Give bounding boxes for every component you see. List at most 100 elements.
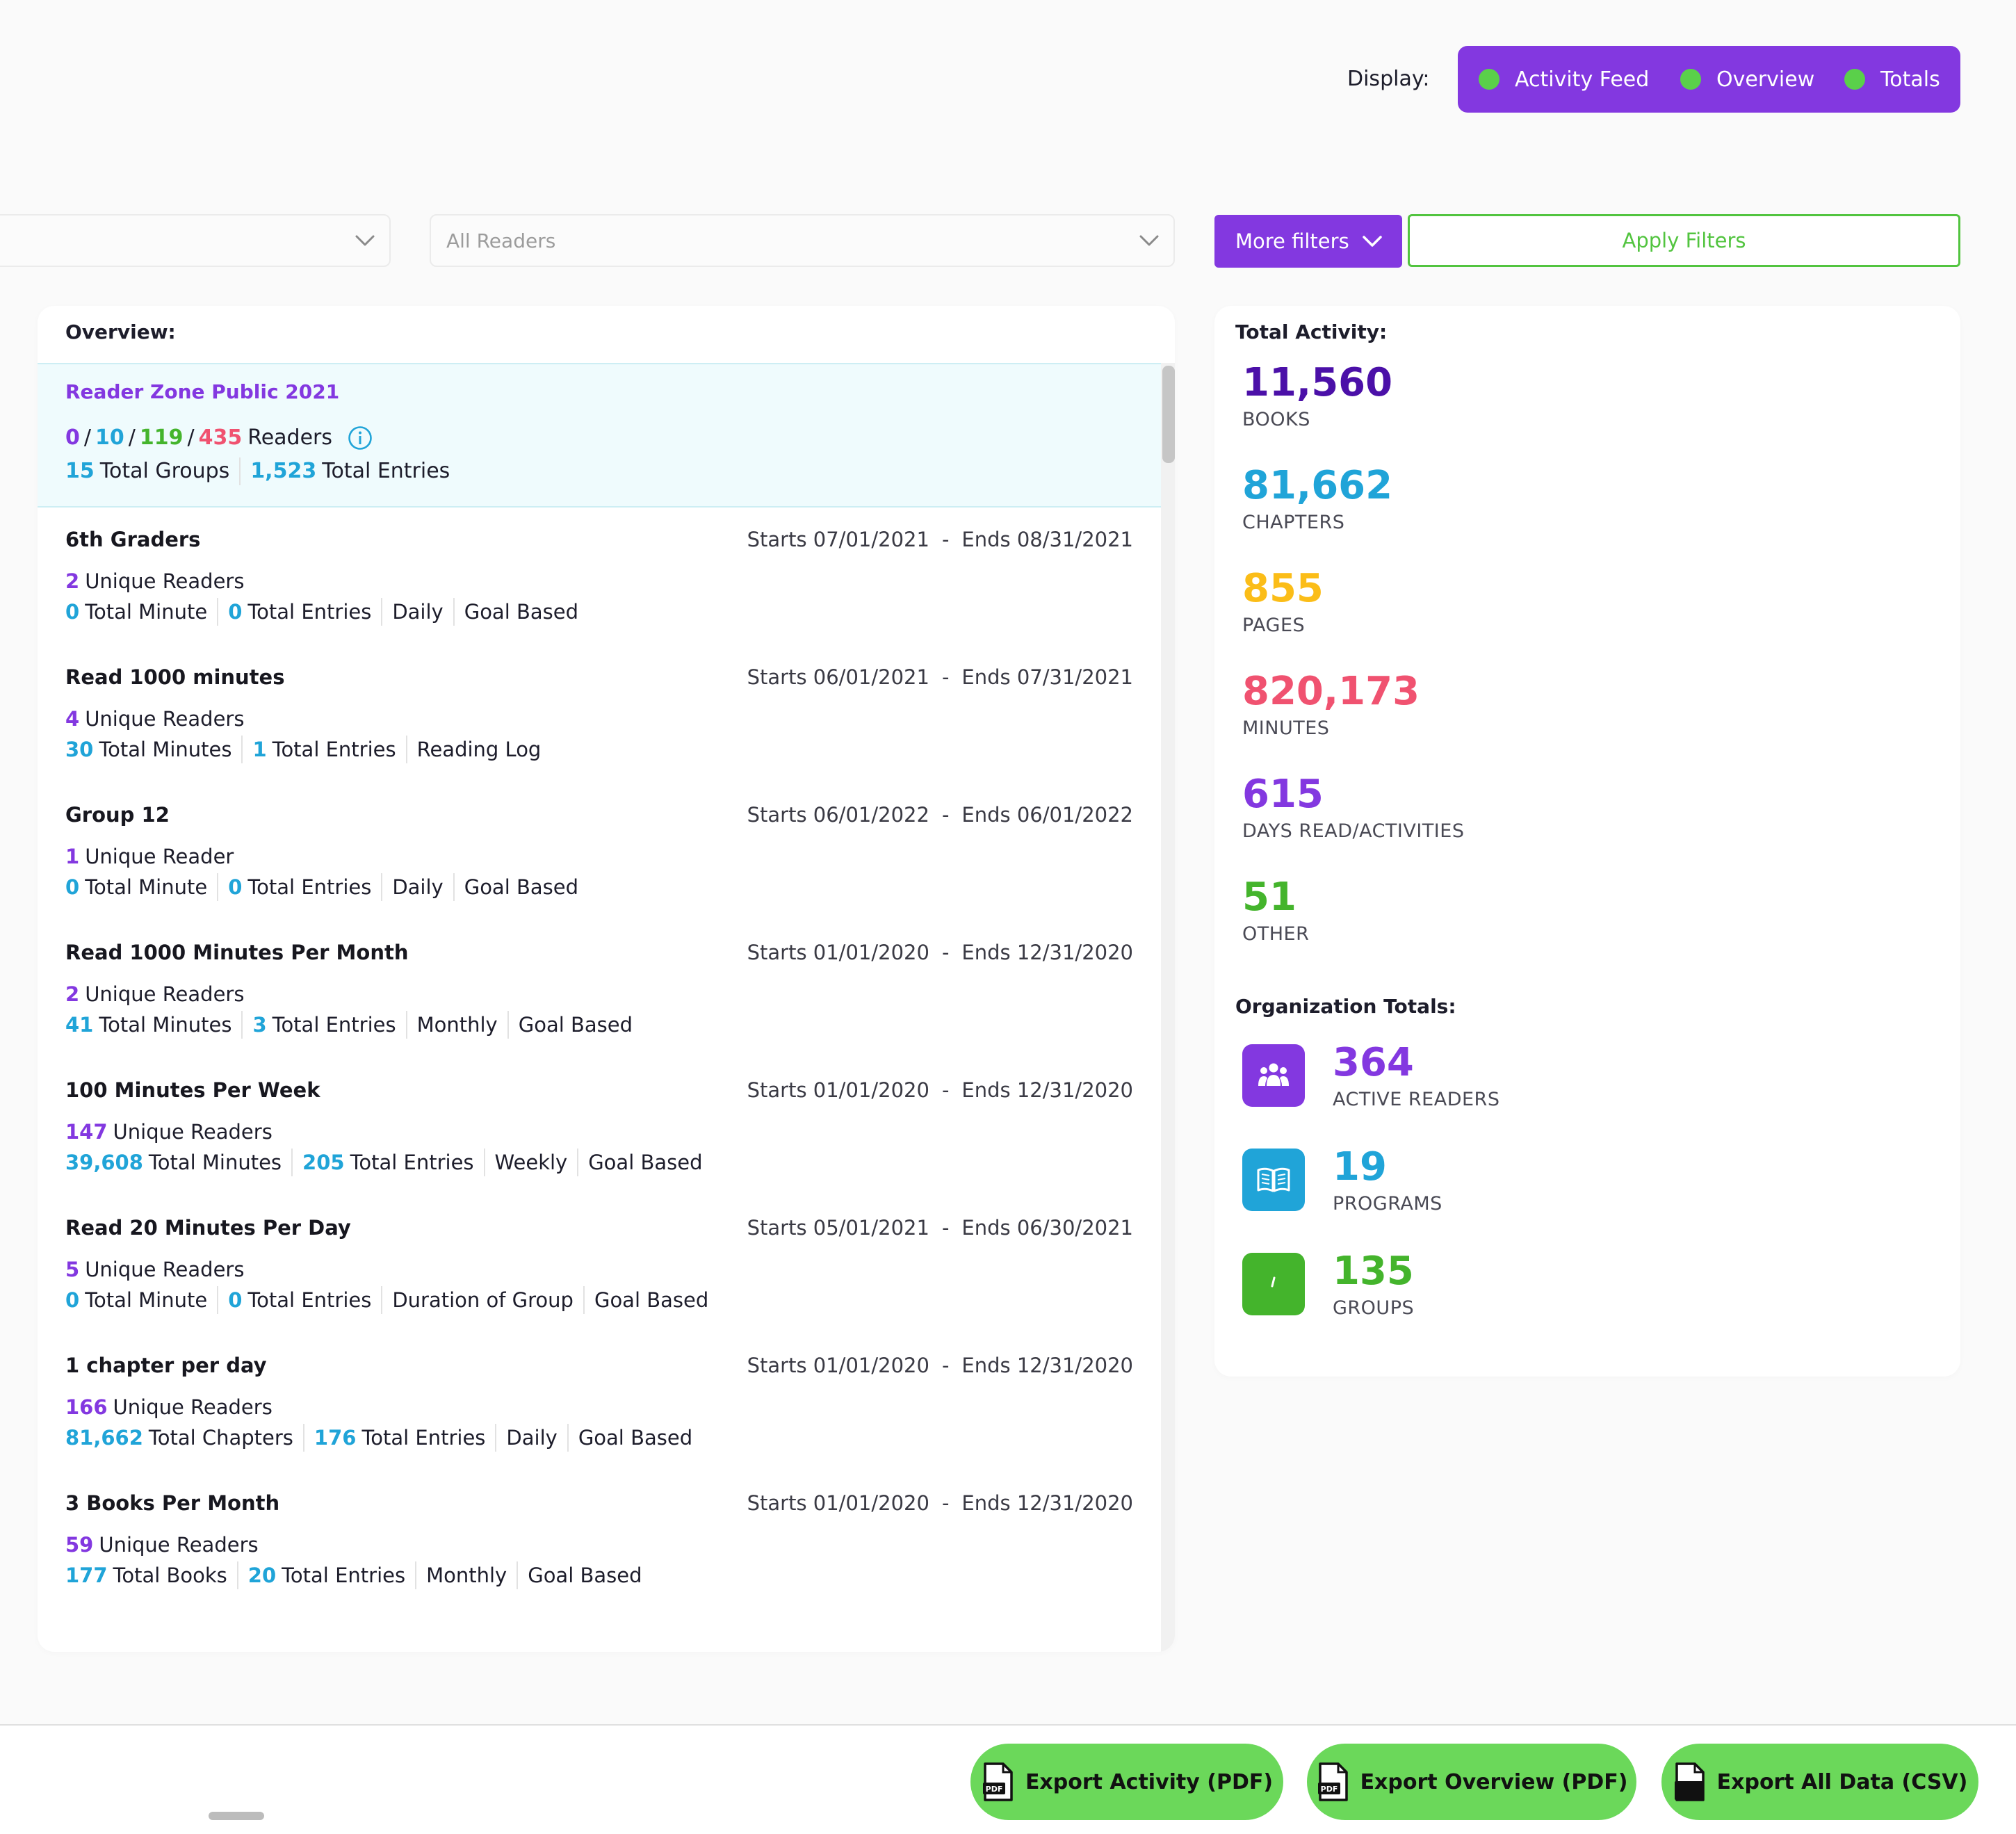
divider	[381, 1286, 383, 1314]
reader-count-2: 10	[95, 425, 124, 450]
group-details: 30 Total Minutes 1 Total Entries Reading Log	[65, 736, 541, 763]
group-dates: Starts 05/01/2021- Ends 06/30/2021	[747, 1214, 1133, 1242]
group-start-date: Starts 06/01/2021	[747, 665, 929, 689]
group-end-date: Ends 12/31/2020	[961, 941, 1133, 964]
date-separator: -	[941, 941, 950, 964]
export-activity-button[interactable]: PDF Export Activity (PDF)	[970, 1744, 1283, 1820]
book-icon	[1242, 1149, 1305, 1211]
group-entries-value: 205	[302, 1151, 345, 1174]
group-row[interactable]: Read 20 Minutes Per Day Starts 05/01/2021…	[38, 1214, 1161, 1352]
group-readers: 147 Unique Readers	[65, 1118, 273, 1146]
group-details: 81,662 Total Chapters 176 Total Entries Dail…	[65, 1424, 692, 1452]
reader-count-1: 0	[65, 425, 80, 450]
apply-filters-button[interactable]: Apply Filters	[1408, 214, 1960, 267]
group-row[interactable]: Read 1000 Minutes Per Month Starts 01/01/…	[38, 939, 1161, 1076]
display-option-totals[interactable]: Totals	[1844, 46, 1940, 113]
date-separator: -	[941, 1216, 950, 1240]
group-entries: 3 Total Entries	[252, 1011, 396, 1039]
group-period: Daily	[392, 600, 444, 624]
org-total-programs: 19 PROGRAMS	[1242, 1144, 1442, 1217]
group-type: Goal Based	[588, 1151, 703, 1174]
group-metric: 0 Total Minute	[65, 598, 207, 626]
divider	[583, 1286, 585, 1314]
group-readers: 2 Unique Readers	[65, 567, 244, 595]
group-entries-label: Total Entries	[361, 1426, 486, 1450]
program-select[interactable]	[0, 214, 391, 267]
group-metric: 41 Total Minutes	[65, 1011, 231, 1039]
users-icon	[1242, 1044, 1305, 1107]
org-summary-row[interactable]: Reader Zone Public 2021 0 / 10 / 119 / 4…	[38, 363, 1161, 508]
more-filters-button[interactable]: More filters	[1214, 215, 1402, 268]
group-entries-label: Total Entries	[247, 1288, 372, 1312]
group-type: Goal Based	[594, 1288, 709, 1312]
org-total-value: 364	[1333, 1040, 1414, 1085]
group-name: Group 12	[65, 803, 170, 827]
group-details: 0 Total Minute 0 Total Entries Daily Goal Bas…	[65, 873, 578, 901]
group-dates: Starts 06/01/2022- Ends 06/01/2022	[747, 801, 1133, 829]
group-entries-value: 1	[252, 738, 267, 761]
stat-books: 11,560 BOOKS	[1242, 359, 1392, 432]
group-row[interactable]: 100 Minutes Per Week Starts 01/01/2020- En…	[38, 1076, 1161, 1214]
group-row[interactable]: Read 1000 minutes Starts 06/01/2021- Ends …	[38, 663, 1161, 801]
group-metric: 177 Total Books	[65, 1561, 227, 1589]
group-readers: 166 Unique Readers	[65, 1393, 273, 1421]
group-entries: 1 Total Entries	[252, 736, 396, 763]
group-readers-value: 4	[65, 707, 80, 731]
group-entries: 205 Total Entries	[302, 1149, 474, 1176]
group-metric-label: Total Minute	[85, 875, 208, 899]
reader-count-4: 435	[198, 425, 243, 450]
group-metric: 0 Total Minute	[65, 1286, 207, 1314]
stat-other: 51 OTHER	[1242, 873, 1309, 947]
org-totals-title: Organization Totals:	[1235, 995, 1456, 1018]
readers-select[interactable]: All Readers	[430, 214, 1175, 267]
group-start-date: Starts 01/01/2020	[747, 1354, 929, 1377]
group-dates: Starts 01/01/2020- Ends 12/31/2020	[747, 1352, 1133, 1379]
group-metric-label: Total Chapters	[148, 1426, 293, 1450]
info-icon[interactable]	[348, 425, 373, 451]
export-overview-button[interactable]: PDF Export Overview (PDF)	[1307, 1744, 1636, 1820]
group-row[interactable]: Group 12 Starts 06/01/2022- Ends 06/01/202…	[38, 801, 1161, 939]
group-entries-label: Total Entries	[272, 1013, 396, 1037]
scrollbar[interactable]	[1161, 363, 1175, 1652]
group-type: Goal Based	[578, 1426, 693, 1450]
group-readers: 1 Unique Reader	[65, 843, 234, 870]
group-end-date: Ends 06/01/2022	[961, 803, 1133, 827]
scrollbar-thumb[interactable]	[1162, 366, 1175, 463]
group-period: Monthly	[426, 1564, 507, 1587]
group-readers-value: 166	[65, 1395, 108, 1419]
display-option-overview[interactable]: Overview	[1680, 46, 1814, 113]
group-metric-value: 39,608	[65, 1151, 143, 1174]
export-all-data-button[interactable]: Export All Data (CSV)	[1661, 1744, 1978, 1820]
group-entries-label: Total Entries	[282, 1564, 406, 1587]
divider	[302, 1424, 304, 1452]
home-indicator[interactable]	[209, 1812, 264, 1820]
group-readers-value: 2	[65, 982, 80, 1006]
group-metric: 39,608 Total Minutes	[65, 1149, 282, 1176]
svg-text:PDF: PDF	[986, 1785, 1003, 1794]
group-readers-label: Unique Readers	[85, 1258, 245, 1281]
group-readers-label: Unique Readers	[113, 1120, 273, 1144]
group-details: 0 Total Minute 0 Total Entries Duration of G…	[65, 1286, 708, 1314]
group-readers-value: 147	[65, 1120, 108, 1144]
group-readers-label: Unique Readers	[113, 1395, 273, 1419]
chevron-down-icon	[1362, 236, 1382, 247]
group-row[interactable]: 1 chapter per day Starts 01/01/2020- Ends …	[38, 1352, 1161, 1489]
group-start-date: Starts 01/01/2020	[747, 1491, 929, 1515]
group-readers-value: 59	[65, 1533, 94, 1557]
divider	[291, 1149, 293, 1176]
org-total-label: GROUPS	[1333, 1297, 1415, 1319]
group-dates: Starts 07/01/2021- Ends 08/31/2021	[747, 526, 1133, 553]
group-row[interactable]: 6th Graders Starts 07/01/2021- Ends 08/31/…	[38, 526, 1161, 663]
display-option-activity-feed[interactable]: Activity Feed	[1479, 46, 1649, 113]
stat-label: MINUTES	[1242, 717, 1330, 739]
divider	[567, 1424, 569, 1452]
group-metric-label: Total Minute	[85, 600, 208, 624]
divider	[495, 1424, 497, 1452]
stat-minutes: 820,173 MINUTES	[1242, 667, 1420, 741]
group-start-date: Starts 06/01/2022	[747, 803, 929, 827]
group-end-date: Ends 12/31/2020	[961, 1078, 1133, 1102]
group-row[interactable]: 3 Books Per Month Starts 01/01/2020- Ends …	[38, 1489, 1161, 1627]
group-entries-label: Total Entries	[247, 875, 372, 899]
stat-label: OTHER	[1242, 923, 1310, 945]
group-metric-label: Total Minute	[85, 1288, 208, 1312]
